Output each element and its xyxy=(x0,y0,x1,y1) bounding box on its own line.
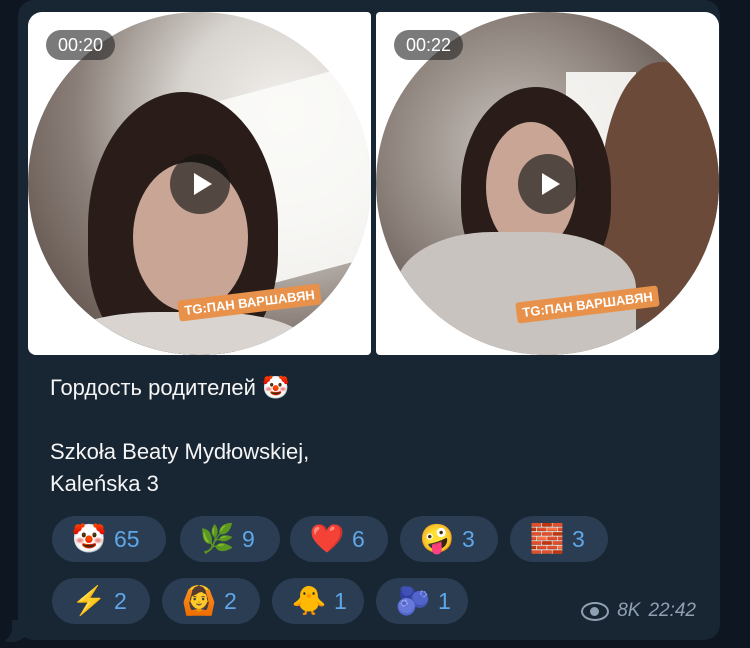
reaction-count: 3 xyxy=(462,525,475,552)
video-message-2[interactable]: 00:22 TG:ПАН ВАРШАВЯН xyxy=(376,12,719,355)
eye-icon xyxy=(581,601,610,621)
reaction-count: 1 xyxy=(334,587,347,614)
reaction-clown[interactable]: 🤡 65 xyxy=(52,516,166,562)
view-count: 8K xyxy=(617,600,641,621)
reaction-pikachu[interactable]: 🐥 1 xyxy=(272,578,364,624)
video-duration-badge: 00:20 xyxy=(46,30,116,60)
pikachu-sticker-icon: 🐥 xyxy=(291,585,327,616)
cannabis-leaf-icon: 🌿 xyxy=(199,523,235,554)
lightning-icon: ⚡ xyxy=(71,585,107,616)
reaction-count: 2 xyxy=(224,587,237,614)
message-text: Гордость родителей 🤡 Szkoła Beaty Mydłow… xyxy=(50,372,690,500)
red-heart-icon: ❤️ xyxy=(309,523,345,554)
reaction-count: 3 xyxy=(572,525,585,552)
glowing-block-sticker-icon: 🧱 xyxy=(529,523,565,554)
message-caption: Гордость родителей 🤡 xyxy=(50,375,290,400)
clown-face-icon: 🤡 xyxy=(71,523,107,554)
reaction-anime-girl[interactable]: 🙆 2 xyxy=(162,578,260,624)
reaction-count: 6 xyxy=(352,525,365,552)
reaction-count: 2 xyxy=(114,587,127,614)
reaction-leaf[interactable]: 🌿 9 xyxy=(180,516,280,562)
bubble-tail xyxy=(0,620,30,642)
reaction-glowing-block[interactable]: 🧱 3 xyxy=(510,516,608,562)
message-time: 22:42 xyxy=(648,600,696,621)
message-address-line1: Szkoła Beaty Mydłowskiej, xyxy=(50,439,310,464)
reaction-crazy-face[interactable]: 🤪 3 xyxy=(400,516,498,562)
message-address-line2: Kaleńska 3 xyxy=(50,471,159,496)
crazy-face-sticker-icon: 🤪 xyxy=(419,523,455,554)
reaction-count: 1 xyxy=(438,587,451,614)
anime-girl-sticker-icon: 🙆 xyxy=(181,585,217,616)
reaction-lightning[interactable]: ⚡ 2 xyxy=(52,578,150,624)
message-meta: 8K 22:42 xyxy=(581,600,696,622)
reaction-count: 9 xyxy=(242,525,255,552)
play-button[interactable] xyxy=(170,154,230,214)
reaction-count: 65 xyxy=(114,525,140,552)
play-button[interactable] xyxy=(518,154,578,214)
reaction-heart[interactable]: ❤️ 6 xyxy=(290,516,388,562)
video-message-1[interactable]: 00:20 TG:ПАН ВАРШАВЯН xyxy=(28,12,371,355)
video-duration-badge: 00:22 xyxy=(394,30,464,60)
blue-blob-sticker-icon: 🫐 xyxy=(395,585,431,616)
reaction-blue-blob[interactable]: 🫐 1 xyxy=(376,578,468,624)
